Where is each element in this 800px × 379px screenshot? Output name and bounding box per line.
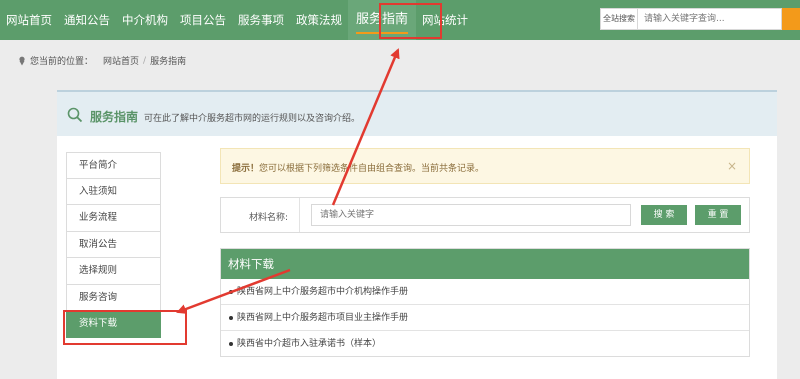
alert-text: 提示！您可以根据下列筛选条件自由组合查询。当前共条记录。 <box>232 161 484 174</box>
bullet-icon <box>229 341 233 346</box>
material-name-input[interactable] <box>311 204 631 226</box>
breadcrumb-home[interactable]: 网站首页 <box>103 54 139 67</box>
download-item-label[interactable]: 陕西省网上中介服务超市项目业主操作手册 <box>237 313 408 323</box>
breadcrumb-current: 服务指南 <box>150 57 187 67</box>
search-button[interactable] <box>782 8 800 30</box>
info-alert: 提示！您可以根据下列筛选条件自由组合查询。当前共条记录。 × <box>220 148 750 184</box>
bullet-icon <box>229 315 233 320</box>
download-item[interactable]: 陕西省网上中介服务超市项目业主操作手册 <box>221 305 749 331</box>
sidebar-menu: 平台简介 入驻须知 业务流程 取消公告 选择规则 服务咨询 资料下载 <box>63 152 187 345</box>
filter-divider <box>299 198 300 232</box>
downloads-section: 材料下载 陕西省网上中介服务超市中介机构操作手册 陕西省网上中介服务超市项目业主… <box>220 248 750 357</box>
search-scope-label[interactable]: 全站搜索 <box>600 8 638 30</box>
material-name-label: 材料名称: <box>249 213 289 223</box>
download-item[interactable]: 陕西省网上中介服务超市中介机构操作手册 <box>221 279 749 305</box>
nav-item-agencies[interactable]: 中介机构 <box>116 0 174 40</box>
download-item-label[interactable]: 陕西省中介超市入驻承诺书（样本） <box>237 339 381 349</box>
sidebar-item-service-consult[interactable]: 服务咨询 <box>66 284 161 311</box>
reset-button[interactable]: 重 置 <box>695 205 741 225</box>
nav-item-projects[interactable]: 项目公告 <box>174 0 232 40</box>
downloads-title: 材料下载 <box>221 249 749 279</box>
sidebar-item-selection-rules[interactable]: 选择规则 <box>66 258 161 285</box>
sidebar-item-cancel-notice[interactable]: 取消公告 <box>66 231 161 258</box>
search-icon <box>67 107 83 123</box>
download-item[interactable]: 陕西省中介超市入驻承诺书（样本） <box>221 331 749 357</box>
annotation-highlight-sidebar <box>63 310 187 345</box>
alert-message: 您可以根据下列筛选条件自由组合查询。当前共条记录。 <box>259 164 485 174</box>
download-item-label[interactable]: 陕西省网上中介服务超市中介机构操作手册 <box>237 287 408 297</box>
panel-title: 服务指南 <box>90 110 139 124</box>
panel-description: 可在此了解中介服务超市网的运行规则以及咨询介绍。 <box>144 114 361 124</box>
location-pin-icon <box>19 56 25 65</box>
sidebar-item-business-process[interactable]: 业务流程 <box>66 205 161 232</box>
site-search: 全站搜索 <box>600 8 800 30</box>
breadcrumb-separator: / <box>143 55 147 66</box>
nav-item-services[interactable]: 服务事项 <box>232 0 290 40</box>
panel-header: 服务指南 可在此了解中介服务超市网的运行规则以及咨询介绍。 <box>57 90 777 136</box>
search-input[interactable] <box>638 8 782 30</box>
sidebar-item-entry-notice[interactable]: 入驻须知 <box>66 178 161 205</box>
breadcrumb: 您当前的位置： 网站首页 / 服务指南 <box>18 54 186 67</box>
main-panel: 服务指南 可在此了解中介服务超市网的运行规则以及咨询介绍。 平台简介 入驻须知 … <box>57 90 777 379</box>
alert-strong: 提示！ <box>232 164 260 174</box>
annotation-highlight-nav <box>379 3 442 39</box>
close-icon[interactable]: × <box>727 159 737 173</box>
sidebar-item-platform-intro[interactable]: 平台简介 <box>66 152 161 179</box>
nav-item-notices[interactable]: 通知公告 <box>58 0 116 40</box>
bullet-icon <box>229 289 233 294</box>
filter-form: 材料名称: 搜 索 重 置 <box>220 197 750 233</box>
search-submit-button[interactable]: 搜 索 <box>641 205 687 225</box>
nav-item-home[interactable]: 网站首页 <box>0 0 58 40</box>
breadcrumb-prefix: 您当前的位置： <box>30 57 94 67</box>
nav-item-policies[interactable]: 政策法规 <box>290 0 348 40</box>
